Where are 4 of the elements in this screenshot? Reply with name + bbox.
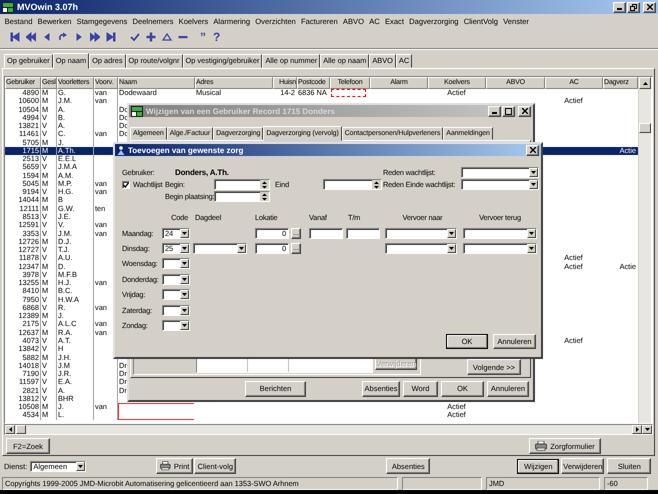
dialog-title: Wijzigen van een Gebruiker Record 1715 Donders <box>146 106 336 116</box>
user-name: Donders, A.Th. <box>175 168 230 177</box>
window-title: MVOwin 3.07h <box>17 2 80 12</box>
dialog-title: Toevoegen van gewenste zorg <box>128 146 244 154</box>
